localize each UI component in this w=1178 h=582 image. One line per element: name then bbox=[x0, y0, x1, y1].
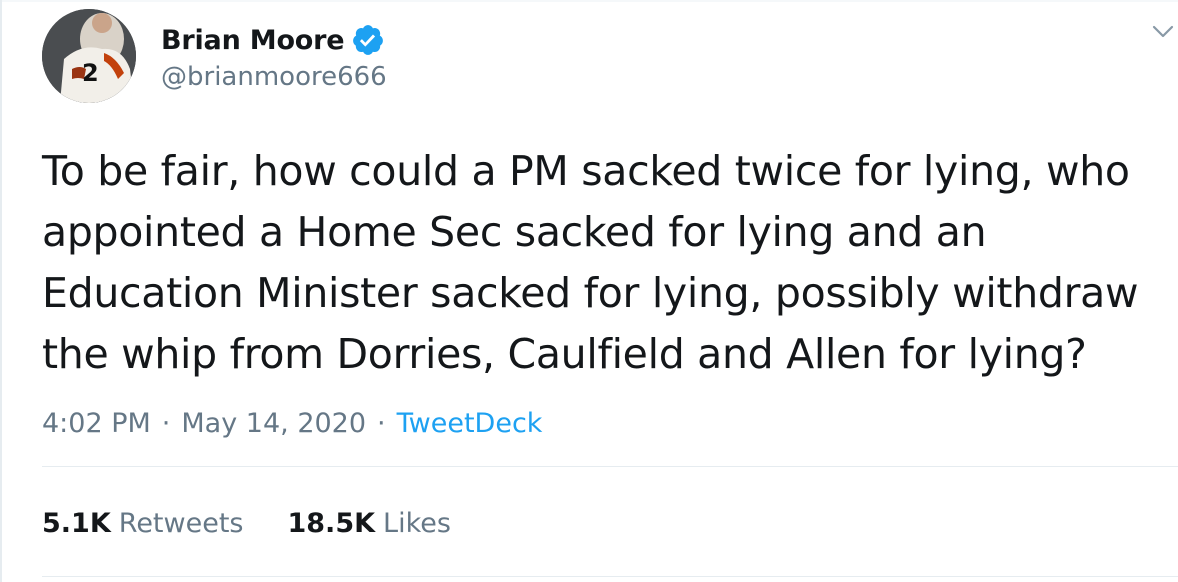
tweet-source-link[interactable]: TweetDeck bbox=[397, 408, 543, 439]
author-name-row[interactable]: Brian Moore bbox=[161, 22, 385, 58]
likes-count: 18.5K bbox=[287, 508, 376, 539]
top-border bbox=[0, 0, 1178, 2]
meta-separator: · bbox=[377, 408, 386, 439]
tweet-date[interactable]: May 14, 2020 bbox=[181, 408, 366, 439]
retweets-count: 5.1K bbox=[42, 508, 111, 539]
likes-stat[interactable]: 18.5K Likes bbox=[287, 508, 450, 539]
divider bbox=[42, 466, 1178, 467]
tweet-time[interactable]: 4:02 PM bbox=[42, 408, 151, 439]
tweet-metadata: 4:02 PM · May 14, 2020 · TweetDeck bbox=[42, 408, 542, 439]
avatar[interactable]: 2 bbox=[42, 9, 136, 103]
avatar-image: 2 bbox=[42, 9, 136, 103]
divider bbox=[42, 576, 1178, 577]
chevron-down-icon[interactable] bbox=[1149, 18, 1177, 46]
tweet-stats: 5.1K Retweets 18.5K Likes bbox=[42, 508, 451, 539]
author-display-name[interactable]: Brian Moore bbox=[161, 25, 345, 56]
svg-text:2: 2 bbox=[82, 59, 99, 87]
retweets-stat[interactable]: 5.1K Retweets bbox=[42, 508, 243, 539]
tweet-text: To be fair, how could a PM sacked twice … bbox=[42, 147, 1139, 378]
meta-separator: · bbox=[161, 408, 171, 439]
retweets-label: Retweets bbox=[118, 508, 244, 539]
left-border bbox=[0, 0, 2, 582]
author-handle[interactable]: @brianmoore666 bbox=[161, 62, 387, 92]
likes-label: Likes bbox=[383, 508, 451, 539]
verified-badge-icon bbox=[351, 23, 385, 57]
tweet-card: 2 Brian Moore @brianmoore666 To be fair,… bbox=[0, 0, 1178, 582]
